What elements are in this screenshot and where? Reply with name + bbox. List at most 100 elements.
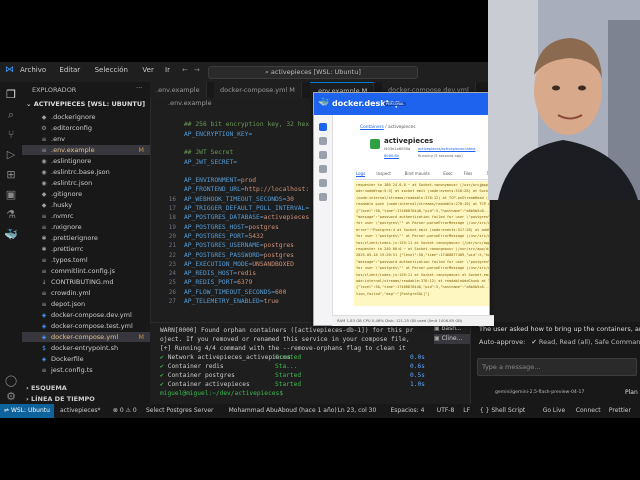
logs-search-icon[interactable]: ⌕ bbox=[480, 183, 483, 189]
run-debug-icon[interactable]: ▷ bbox=[4, 148, 18, 162]
file-item[interactable]: $ docker-entrypoint.sh bbox=[22, 343, 150, 353]
workspace-section-header[interactable]: ⌄ ACTIVEPIECES [WSL: UBUNTU] bbox=[26, 100, 145, 108]
file-item[interactable]: ◉ .eslintrc.json bbox=[22, 178, 150, 188]
chat-input[interactable]: Type a message... bbox=[477, 358, 637, 376]
timeline-section-header[interactable]: › LÍNEA DE TIEMPO bbox=[26, 395, 95, 403]
status-item[interactable]: { } Shell Script bbox=[480, 404, 525, 418]
source-control-icon[interactable]: ⑂ bbox=[4, 128, 18, 142]
container-ports-link[interactable]: 8080:80 bbox=[384, 154, 399, 158]
container-logs[interactable]: requester to 180 24.0.0 ~ at Socket.<ano… bbox=[354, 181, 489, 306]
docker-tab[interactable]: Files bbox=[464, 171, 473, 176]
line-number: 19 bbox=[168, 223, 176, 231]
terminal-text: miguel@miguel:~/dev/activepieces$ bbox=[160, 390, 283, 397]
status-item[interactable]: Go Live bbox=[543, 404, 565, 418]
status-item[interactable]: Connect bbox=[576, 404, 601, 418]
file-item[interactable]: ≡ commitlint.config.js bbox=[22, 266, 150, 276]
log-line: tos/client/index.js:155:11 at Socket.<an… bbox=[356, 272, 489, 277]
chat-input-placeholder: Type a message... bbox=[482, 363, 541, 371]
file-item[interactable]: ≡ .nvmrc bbox=[22, 211, 150, 221]
file-item[interactable]: ≡ .typos.toml bbox=[22, 255, 150, 265]
container-id[interactable]: f493e1a6056d bbox=[384, 147, 410, 151]
plan-toggle[interactable]: Plan bbox=[625, 389, 638, 396]
file-name: .eslintrc.base.json bbox=[51, 168, 110, 176]
line-number: 25 bbox=[168, 279, 176, 287]
file-item[interactable]: ≡ depot.json bbox=[22, 299, 150, 309]
file-item[interactable]: ≡ .nxignore bbox=[22, 222, 150, 232]
file-item[interactable]: ≡ crowdin.yml bbox=[22, 288, 150, 298]
code-line: AP_POSTGRES_PASSWORD=postgres bbox=[184, 252, 294, 261]
volumes-nav-icon[interactable] bbox=[319, 151, 327, 159]
status-item[interactable]: Espacios: 4 bbox=[391, 404, 425, 418]
builds-nav-icon[interactable] bbox=[319, 165, 327, 173]
remote-explorer-icon[interactable]: ▣ bbox=[4, 188, 18, 202]
file-item[interactable]: ◈ Dockerfile bbox=[22, 354, 150, 364]
file-item[interactable]: ◉ .eslintrc.base.json bbox=[22, 167, 150, 177]
docker-tabs-divider bbox=[354, 179, 489, 180]
editor-tab[interactable]: docker-compose.yml M bbox=[214, 82, 302, 98]
file-type-icon: ◉ bbox=[41, 158, 47, 165]
file-item[interactable]: ≡ .env bbox=[22, 134, 150, 144]
terminal-icon: ▣ bbox=[434, 335, 442, 342]
file-type-icon: ≡ bbox=[41, 147, 47, 154]
file-item[interactable]: ◆ .gitignore bbox=[22, 189, 150, 199]
explorer-icon[interactable]: ❐ bbox=[4, 88, 18, 102]
menu-item[interactable]: Selección bbox=[95, 66, 128, 74]
status-item[interactable]: Select Postgres Server bbox=[146, 404, 214, 418]
status-item[interactable]: activepieces* bbox=[60, 404, 101, 418]
status-item[interactable]: Prettier bbox=[609, 404, 631, 418]
explorer-more-icon[interactable]: ··· bbox=[136, 84, 142, 92]
menu-item[interactable]: Ir bbox=[165, 66, 170, 74]
outline-section-header[interactable]: › ESQUEMA bbox=[26, 384, 67, 392]
command-center-search[interactable]: ⌕ activepieces [WSL: Ubuntu] bbox=[208, 66, 418, 79]
file-item[interactable]: ↓ CONTRIBUTING.md bbox=[22, 277, 150, 287]
terminal-session-item[interactable]: ▣ Cline... bbox=[434, 334, 470, 344]
terminal-line: ✔ Container postgres Started 0.5s bbox=[160, 372, 425, 381]
file-item[interactable]: ◈ docker-compose.test.yml bbox=[22, 321, 150, 331]
status-item[interactable]: ⊗ 0 ⚠ 0 bbox=[113, 404, 137, 418]
testing-icon[interactable]: ⚗ bbox=[4, 208, 18, 222]
code-line: ## 256 bit encryption key, 32 hex bbox=[184, 121, 309, 130]
code-line: AP_REDIS_HOST=redis bbox=[184, 270, 256, 279]
breadcrumb-containers-link[interactable]: Containers bbox=[360, 125, 384, 130]
containers-nav-icon[interactable] bbox=[319, 123, 327, 131]
status-item[interactable]: Mohammad AbuAboud (hace 1 año) bbox=[229, 404, 337, 418]
terminal-panel[interactable]: WARN[0000] Found orphan containers ([act… bbox=[150, 322, 470, 405]
menu-item[interactable]: Archivo bbox=[20, 66, 46, 74]
file-item[interactable]: ≡ jest.config.ts bbox=[22, 365, 150, 375]
nav-forward-icon[interactable]: → bbox=[194, 66, 200, 74]
file-item[interactable]: ⚙ .editorconfig bbox=[22, 123, 150, 133]
docker-tab[interactable]: Bind mounts bbox=[405, 171, 430, 176]
extensions-icon[interactable]: ⊞ bbox=[4, 168, 18, 182]
file-item[interactable]: ◉ .eslintignore bbox=[22, 156, 150, 166]
file-item[interactable]: ◈ docker-compose.yml M bbox=[22, 332, 150, 342]
status-item[interactable]: Ln 23, col 30 bbox=[338, 404, 377, 418]
file-item[interactable]: ◆ .dockerignore bbox=[22, 112, 150, 122]
file-item[interactable]: ◈ docker-compose.dev.yml bbox=[22, 310, 150, 320]
file-item[interactable]: ✱ .prettierignore bbox=[22, 233, 150, 243]
docker-tab[interactable]: Inspect bbox=[376, 171, 391, 176]
nav-back-icon[interactable]: ← bbox=[182, 66, 188, 74]
file-item[interactable]: ✱ .prettierrc bbox=[22, 244, 150, 254]
search-icon[interactable]: ⌕ bbox=[4, 108, 18, 122]
images-nav-icon[interactable] bbox=[319, 137, 327, 145]
menu-item[interactable]: Ver bbox=[142, 66, 153, 74]
account-icon[interactable]: ◯ bbox=[4, 374, 18, 388]
remote-indicator[interactable]: ⇌ WSL: Ubuntu bbox=[0, 404, 54, 418]
docker-tab[interactable]: Logs bbox=[356, 171, 366, 177]
file-item[interactable]: ≡ .env.example M bbox=[22, 145, 150, 155]
file-item[interactable]: ◆ .husky bbox=[22, 200, 150, 210]
status-item[interactable]: LF bbox=[463, 404, 470, 418]
auto-approve-row[interactable]: Auto-approve: ✔ Read, Read (all), Safe C… bbox=[479, 338, 640, 346]
scout-nav-icon[interactable] bbox=[319, 179, 327, 187]
docker-tab[interactable]: Exec bbox=[443, 171, 452, 176]
menu-item[interactable]: Editar bbox=[59, 66, 80, 74]
model-selector[interactable]: gemini/gemini-2.5-flash-preview-04-17 bbox=[495, 390, 584, 395]
breadcrumb-container: activepieces bbox=[388, 125, 416, 130]
docker-icon[interactable]: 🐳 bbox=[4, 228, 18, 242]
status-item[interactable]: UTF-8 bbox=[437, 404, 455, 418]
container-image-link[interactable]: activepieces/activepieces:latest bbox=[418, 147, 475, 151]
settings-gear-icon[interactable]: ⚙ bbox=[4, 390, 18, 404]
editor-tab[interactable]: .env.example bbox=[150, 82, 207, 98]
breadcrumb-file[interactable]: .env.example bbox=[168, 99, 212, 107]
extensions-nav-icon[interactable] bbox=[319, 193, 327, 201]
